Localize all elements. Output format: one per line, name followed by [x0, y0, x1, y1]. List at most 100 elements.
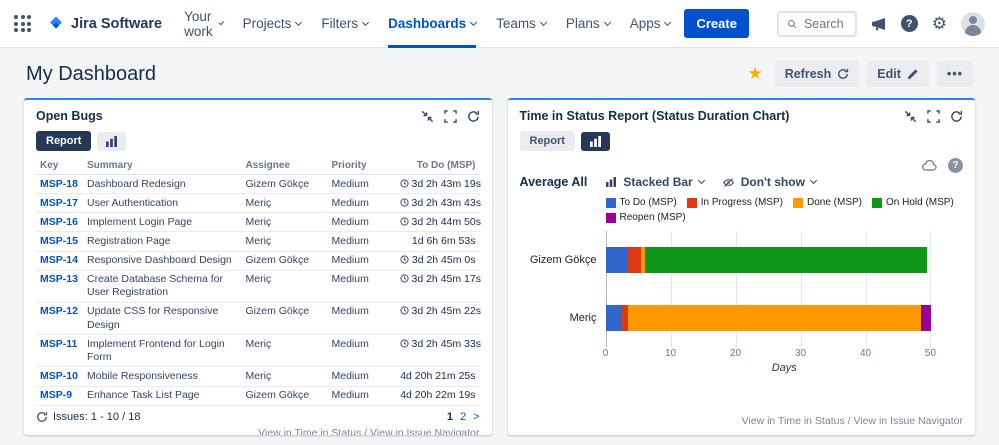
legend-swatch — [872, 198, 882, 208]
issue-assignee: Meriç — [242, 335, 328, 367]
issues-count: Issues: 1 - 10 / 18 — [36, 411, 140, 423]
issue-time-in-status: 1d 6h 6m 53s — [396, 232, 480, 251]
nav-item-your-work[interactable]: Your work — [184, 0, 223, 48]
issue-key-link[interactable]: MSP-15 — [36, 232, 83, 251]
issue-key-link[interactable]: MSP-12 — [36, 302, 83, 334]
nav-icons: ? ⚙ — [871, 12, 985, 36]
timer-icon — [400, 306, 409, 315]
cloud-export-icon[interactable] — [922, 160, 938, 171]
search-input[interactable] — [804, 17, 847, 31]
issue-key-link[interactable]: MSP-11 — [36, 335, 83, 367]
open-bugs-tbody: MSP-18Dashboard Redesign Gizem Gökçe Mediu… — [36, 175, 480, 406]
dashboard-content: Open Bugs Report Key Summary Assignee — [0, 94, 999, 445]
refresh-gadget-icon[interactable] — [467, 110, 480, 123]
page-2[interactable]: 2 — [460, 411, 466, 423]
issue-time-in-status: 3d 2h 45m 0s — [396, 251, 480, 270]
chart-controls: Average All Stacked Bar Don't show — [520, 175, 964, 189]
nav-item-teams[interactable]: Teams — [496, 0, 546, 48]
issue-time-in-status: 3d 2h 44m 50s — [396, 213, 480, 232]
maximize-gadget-icon[interactable] — [927, 110, 940, 123]
issue-assignee: Meriç — [242, 270, 328, 302]
column-header-assignee[interactable]: Assignee — [242, 157, 328, 175]
bar-segment — [628, 247, 641, 273]
issue-key-link[interactable]: MSP-18 — [36, 175, 83, 194]
app-switcher-icon[interactable] — [14, 15, 31, 32]
legend-swatch — [606, 213, 616, 223]
edit-button[interactable]: Edit — [867, 61, 929, 87]
create-button[interactable]: Create — [684, 9, 748, 38]
table-row: MSP-12Update CSS for Responsive DesignGi… — [36, 302, 480, 334]
issue-priority: Medium — [328, 175, 396, 194]
minimize-gadget-icon[interactable] — [904, 110, 917, 123]
issue-key-link[interactable]: MSP-13 — [36, 270, 83, 302]
issue-key-link[interactable]: MSP-9 — [36, 386, 83, 405]
view-in-time-in-status-link[interactable]: View in Time in Status — [258, 427, 361, 435]
next-page-arrow[interactable]: > — [473, 411, 479, 423]
announcement-icon[interactable] — [871, 16, 887, 32]
chevron-down-icon — [664, 18, 671, 25]
x-tick-label: 0 — [603, 348, 609, 359]
refresh-gadget-icon[interactable] — [950, 110, 963, 123]
issue-key-link[interactable]: MSP-14 — [36, 251, 83, 270]
minimize-gadget-icon[interactable] — [421, 110, 434, 123]
more-button[interactable]: ••• — [937, 61, 973, 87]
stacked-bar — [606, 305, 964, 331]
gadget-footer-links: View in Time in Status / View in Issue N… — [520, 411, 964, 427]
refresh-button[interactable]: Refresh — [775, 61, 860, 87]
dont-show-dropdown[interactable]: Don't show — [722, 175, 816, 189]
favorite-star-icon[interactable]: ★ — [747, 64, 762, 84]
legend-item: In Progress (MSP) — [687, 197, 783, 208]
help-icon[interactable]: ? — [901, 15, 918, 32]
nav-item-apps[interactable]: Apps — [630, 0, 671, 48]
page-1[interactable]: 1 — [447, 411, 453, 423]
tab-report[interactable]: Report — [520, 131, 575, 151]
gear-icon[interactable]: ⚙ — [932, 15, 947, 32]
tab-chart[interactable] — [581, 132, 610, 151]
issue-key-link[interactable]: MSP-17 — [36, 194, 83, 213]
brand-name: Jira Software — [71, 16, 162, 32]
reload-issues-icon[interactable] — [36, 411, 48, 423]
timer-icon — [400, 198, 409, 207]
issue-key-link[interactable]: MSP-10 — [36, 367, 83, 386]
issue-summary: Responsive Dashboard Design — [83, 251, 242, 270]
nav-item-plans[interactable]: Plans — [566, 0, 610, 48]
issue-priority: Medium — [328, 386, 396, 405]
view-in-issue-navigator-link[interactable]: View in Issue Navigator — [853, 415, 963, 427]
issue-assignee: Gizem Gökçe — [242, 251, 328, 270]
issue-assignee: Gizem Gökçe — [242, 302, 328, 334]
nav-item-filters[interactable]: Filters — [321, 0, 368, 48]
gadget-footer-links: View in Time in Status / View in Issue N… — [36, 423, 480, 435]
search-box[interactable] — [777, 11, 857, 37]
column-header-key[interactable]: Key — [36, 157, 83, 175]
chart-type-dropdown[interactable]: Stacked Bar — [605, 175, 703, 189]
view-in-time-in-status-link[interactable]: View in Time in Status — [742, 415, 845, 427]
top-navigation: Jira Software Your work Projects Filters Da… — [0, 0, 999, 48]
table-row: MSP-9Enhance Task List PageGizem GökçeMe… — [36, 386, 480, 405]
avatar[interactable] — [961, 12, 985, 36]
view-in-issue-navigator-link[interactable]: View in Issue Navigator — [370, 427, 480, 435]
nav-item-projects[interactable]: Projects — [243, 0, 302, 48]
issue-key-link[interactable]: MSP-16 — [36, 213, 83, 232]
pagination: 1 2 > — [447, 411, 480, 423]
tab-chart[interactable] — [97, 132, 126, 151]
chart-legend: To Do (MSP)In Progress (MSP)Done (MSP)On… — [606, 197, 964, 223]
page-title: My Dashboard — [26, 63, 156, 86]
hide-labels-icon — [722, 176, 735, 189]
jira-logo[interactable]: Jira Software — [47, 15, 162, 33]
tab-report[interactable]: Report — [36, 131, 91, 151]
nav-item-dashboards[interactable]: Dashboards — [388, 0, 476, 48]
maximize-gadget-icon[interactable] — [444, 110, 457, 123]
issue-summary: Dashboard Redesign — [83, 175, 242, 194]
column-header-todo[interactable]: To Do (MSP) — [396, 157, 480, 175]
x-tick-label: 10 — [665, 348, 676, 359]
timer-icon — [400, 339, 409, 348]
gadget-help-icon[interactable]: ? — [948, 158, 963, 173]
bar-segment — [606, 305, 622, 331]
issue-time-in-status: 3d 2h 43m 43s — [396, 194, 480, 213]
issue-summary: Mobile Responsiveness — [83, 367, 242, 386]
column-header-priority[interactable]: Priority — [328, 157, 396, 175]
table-row: MSP-15Registration PageMeriçMedium1d 6h … — [36, 232, 480, 251]
refresh-icon — [837, 68, 849, 80]
bar-chart-icon — [605, 177, 617, 187]
column-header-summary[interactable]: Summary — [83, 157, 242, 175]
